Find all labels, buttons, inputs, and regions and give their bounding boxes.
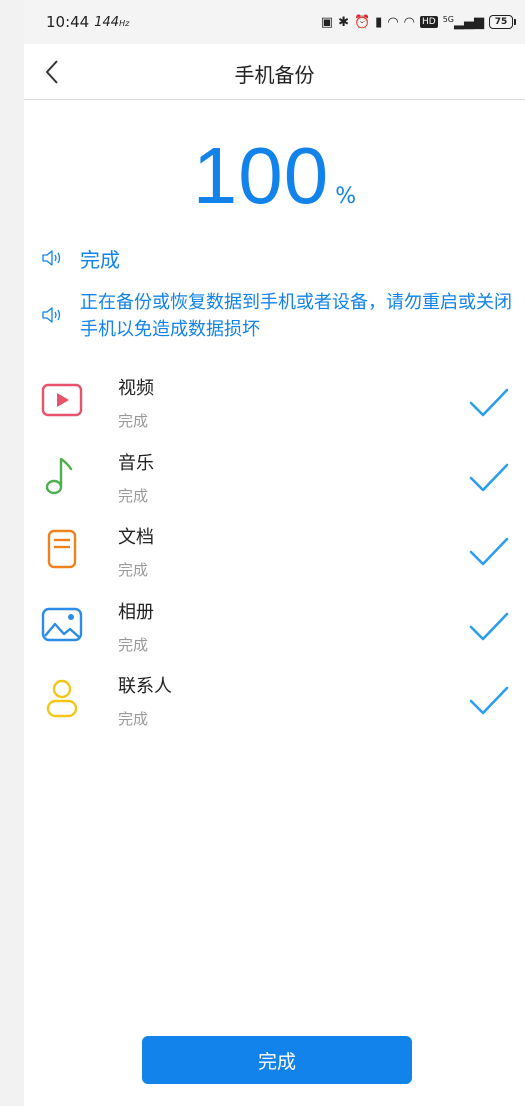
list-item-video: 视频 完成 [24,372,525,447]
alarm-icon: ⏰ [353,14,371,30]
check-icon [469,463,509,491]
item-name: 相册 [118,601,154,623]
backup-item-list: 视频 完成 音乐 完成 文档 完成 相册 完成 联系人 完成 [24,372,525,745]
bluetooth-icon: ✱ [338,14,349,30]
item-name: 文档 [118,527,154,548]
speaker-icon [42,250,61,266]
status-icons: ▣ ✱ ⏰ ▮ ◠ ◠ HD 5G▂▄▆ 75 [320,14,516,30]
notice-warning: 正在备份或恢复数据到手机或者设备，请勿重启或关闭手机以免造成数据损坏 [40,289,522,343]
notice-done: 完成 [40,246,120,274]
speaker-icon [42,307,61,323]
item-status: 完成 [118,486,149,505]
check-icon [469,537,509,566]
video-icon [41,383,83,417]
status-bar: 10:44 144Hz ▣ ✱ ⏰ ▮ ◠ ◠ HD 5G▂▄▆ 75 [24,0,525,44]
nav-bar: 手机备份 [24,44,525,100]
item-status: 完成 [118,710,149,728]
progress-display: 100% [24,130,525,222]
item-name: 视频 [118,378,154,399]
list-item-music: 音乐 完成 [24,447,525,522]
check-icon [469,686,509,715]
left-edge-strip [0,0,24,1106]
notice-done-text: 完成 [80,248,120,272]
list-item-document: 文档 完成 [24,521,525,596]
item-name: 联系人 [118,676,172,697]
item-status: 完成 [118,635,149,654]
contact-icon [46,679,78,718]
list-item-contact: 联系人 完成 [24,670,525,745]
done-button[interactable]: 完成 [142,1036,412,1084]
document-icon [47,529,77,569]
page-title: 手机备份 [234,63,315,87]
signal-icon: 5G▂▄▆ [442,14,484,30]
music-icon [45,457,73,494]
progress-value: 100 [192,131,330,220]
refresh-rate: 144Hz [94,14,130,30]
album-icon [41,607,83,641]
item-name: 音乐 [118,452,154,474]
item-status: 完成 [118,412,149,430]
item-status: 完成 [118,561,149,579]
progress-unit: % [335,184,357,209]
wifi-icon: ◠ [387,14,399,30]
check-icon [469,612,509,640]
battery-icon: 75 [489,15,516,29]
vibrate-icon: ▮ [375,14,383,30]
notice-warning-text: 正在备份或恢复数据到手机或者设备，请勿重启或关闭手机以免造成数据损坏 [80,292,512,340]
status-time: 10:44 [46,13,90,31]
nfc-icon: ▣ [320,14,334,30]
check-icon [469,388,509,417]
wifi-icon-2: ◠ [403,14,415,30]
phone-screen: 10:44 144Hz ▣ ✱ ⏰ ▮ ◠ ◠ HD 5G▂▄▆ 75 手机备份… [24,0,525,1106]
list-item-album: 相册 完成 [24,596,525,671]
hd-icon: HD [420,16,438,28]
